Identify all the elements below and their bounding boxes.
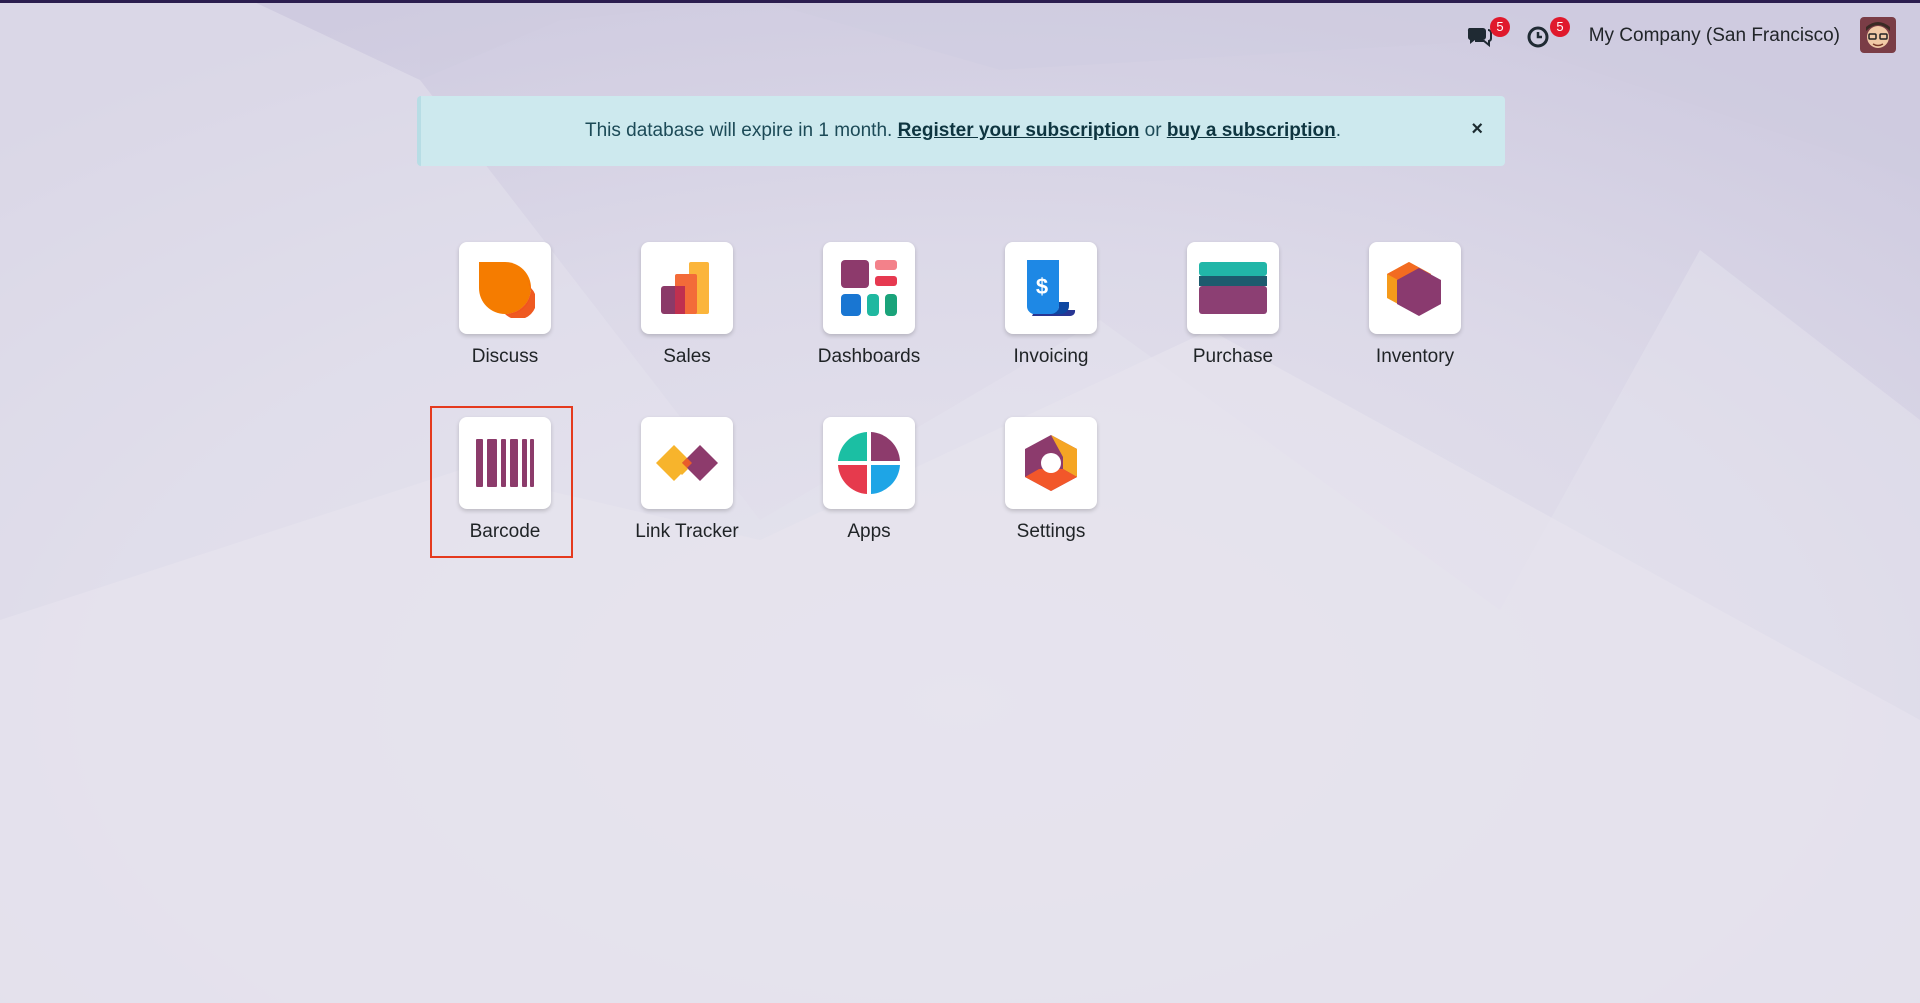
app-invoicing[interactable]: $ Invoicing: [971, 240, 1131, 390]
app-dashboards[interactable]: Dashboards: [789, 240, 949, 390]
company-switcher[interactable]: My Company (San Francisco): [1589, 25, 1840, 47]
top-navbar: 5 5 My Company (San Francisco): [0, 3, 1920, 65]
app-tile: [823, 417, 915, 509]
app-tile: [1005, 417, 1097, 509]
alert-text-before: This database will expire in 1 month.: [584, 120, 898, 141]
user-avatar[interactable]: [1860, 17, 1896, 53]
clock-icon: [1527, 26, 1549, 48]
chat-icon: [1467, 28, 1492, 48]
barcode-highlight-box: [430, 406, 573, 558]
app-label: Inventory: [1375, 346, 1455, 367]
settings-icon: [1025, 435, 1077, 491]
purchase-icon: [1199, 262, 1267, 314]
subscription-alert: This database will expire in 1 month. Re…: [417, 96, 1505, 166]
app-tile: [1369, 242, 1461, 334]
app-label: Settings: [1016, 521, 1086, 542]
app-purchase[interactable]: Purchase: [1153, 240, 1313, 390]
close-alert-button[interactable]: ×: [1471, 118, 1483, 141]
dashboards-icon: [841, 260, 897, 316]
app-discuss[interactable]: Discuss: [425, 240, 585, 390]
app-label: Dashboards: [817, 346, 921, 367]
app-label: Link Tracker: [635, 521, 739, 542]
alert-text-middle: or: [1139, 120, 1167, 141]
activities-button[interactable]: 5: [1526, 17, 1570, 51]
sales-icon: [661, 262, 709, 314]
discuss-icon: [479, 262, 535, 318]
app-tile: [641, 242, 733, 334]
app-label: Purchase: [1192, 346, 1274, 367]
buy-subscription-link[interactable]: buy a subscription: [1167, 120, 1336, 142]
app-tile: $: [1005, 242, 1097, 334]
app-tile: [823, 242, 915, 334]
app-tile: [459, 242, 551, 334]
app-sales[interactable]: Sales: [607, 240, 767, 390]
app-settings[interactable]: Settings: [971, 415, 1131, 565]
app-label: Apps: [847, 521, 891, 542]
invoicing-icon: $: [1026, 260, 1076, 317]
messages-badge: 5: [1490, 17, 1510, 37]
app-label: Discuss: [471, 346, 539, 367]
app-label: Invoicing: [1013, 346, 1089, 367]
app-tile: [1187, 242, 1279, 334]
svg-text:$: $: [1036, 274, 1048, 299]
avatar-icon: [1860, 17, 1896, 53]
apps-icon: [838, 432, 900, 494]
messages-button[interactable]: 5: [1466, 17, 1510, 51]
app-inventory[interactable]: Inventory: [1335, 240, 1495, 390]
alert-text-after: .: [1335, 120, 1342, 141]
register-subscription-link[interactable]: Register your subscription: [898, 120, 1140, 142]
app-label: Sales: [663, 346, 711, 367]
app-tile: [641, 417, 733, 509]
app-apps[interactable]: Apps: [789, 415, 949, 565]
activities-badge: 5: [1550, 17, 1570, 37]
app-link-tracker[interactable]: Link Tracker: [607, 415, 767, 565]
inventory-icon: [1387, 262, 1441, 316]
link-tracker-icon: [656, 445, 718, 481]
